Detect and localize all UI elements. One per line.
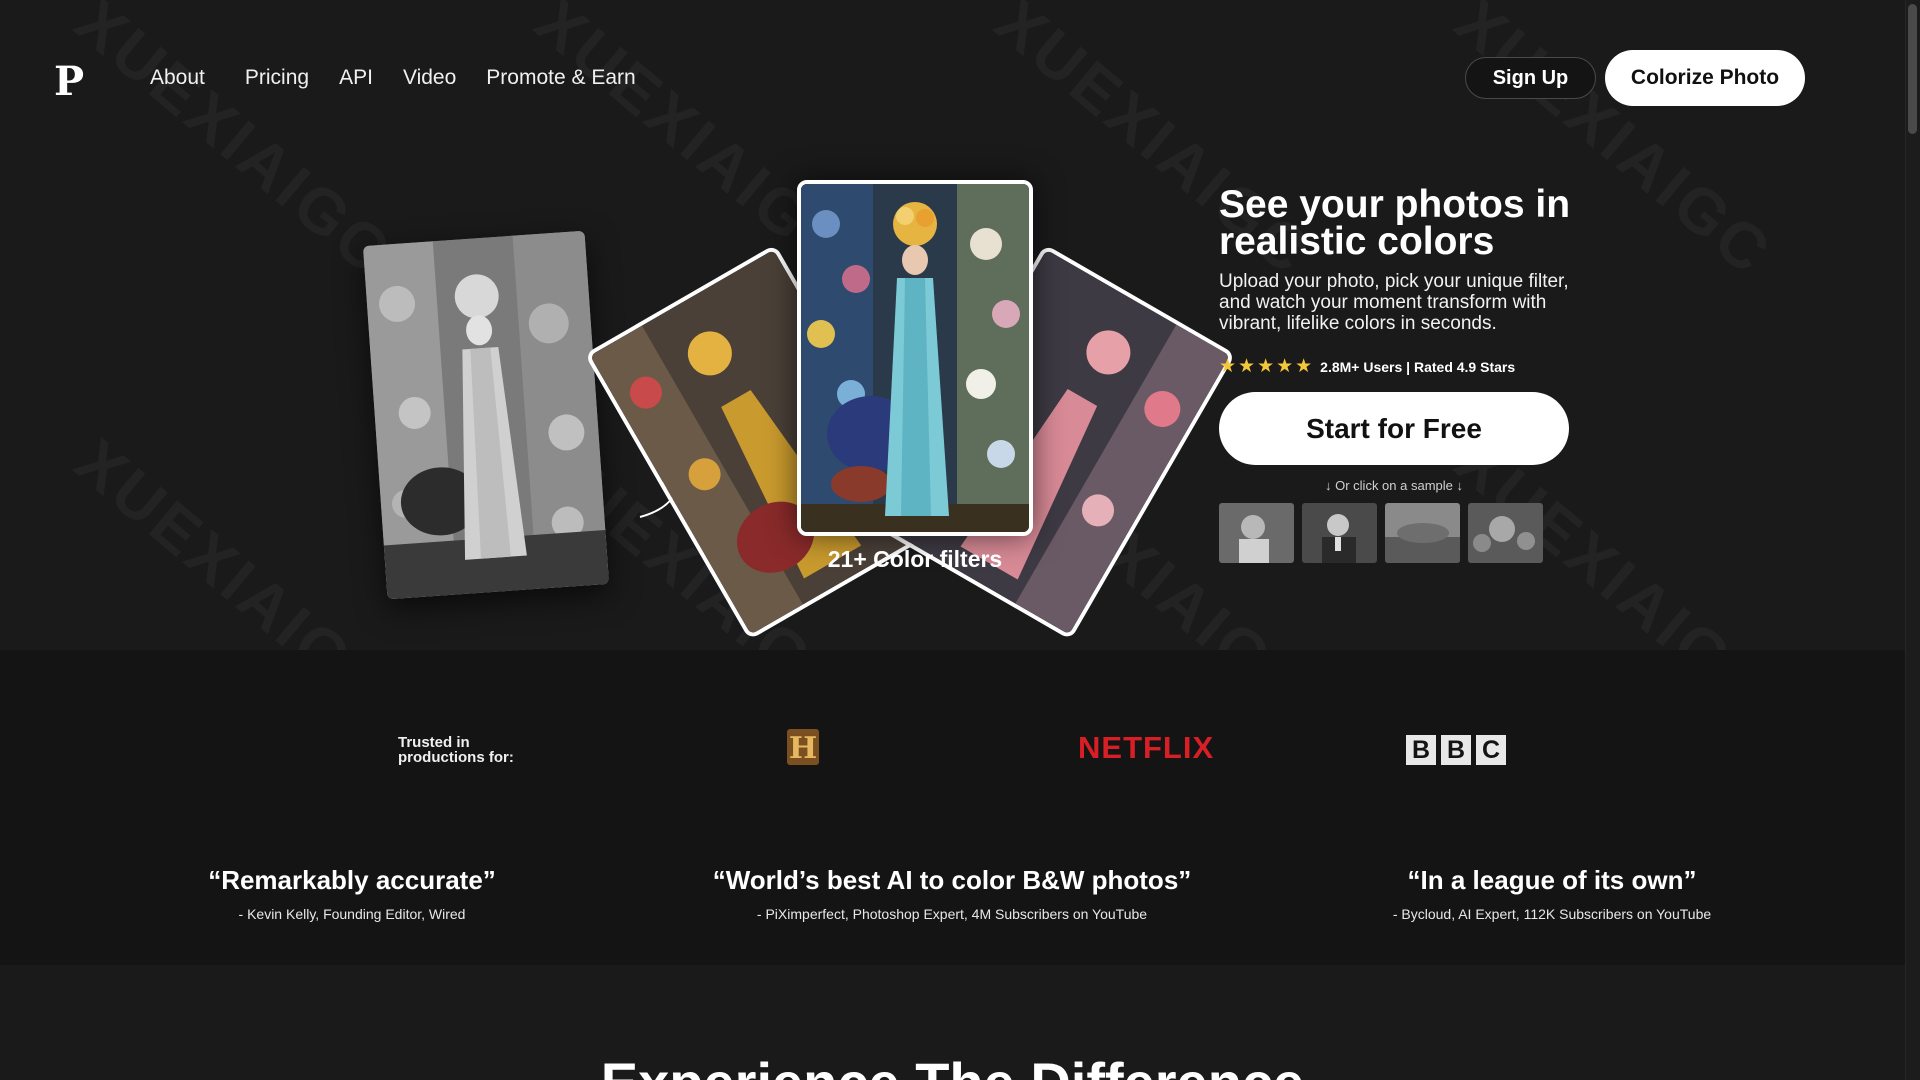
bbc-letter: B (1406, 735, 1436, 765)
sample-photo-mother[interactable] (1468, 503, 1543, 563)
scrollbar-thumb[interactable] (1908, 4, 1917, 134)
page: XUEXIAIGC XUEXIAIGC XUEXIAIGC XUEXIAIGC … (0, 0, 1920, 1080)
hero-description: Upload your photo, pick your unique filt… (1219, 271, 1569, 334)
nav-promote-earn[interactable]: Promote & Earn (486, 66, 635, 90)
sign-up-button[interactable]: Sign Up (1465, 57, 1596, 99)
bbc-logo: B B C (1406, 735, 1511, 765)
svg-text:H: H (789, 731, 817, 766)
nav-about[interactable]: About (150, 66, 205, 90)
testimonial: “World’s best AI to color B&W photos” - … (702, 865, 1202, 922)
rating-text: 2.8M+ Users | Rated 4.9 Stars (1320, 358, 1516, 375)
testimonial-author: - Kevin Kelly, Founding Editor, Wired (238, 906, 466, 922)
sample-photo-woman[interactable] (1219, 503, 1294, 563)
trusted-label-line2: productions for: (398, 749, 514, 766)
trusted-label-line1: Trusted in (398, 734, 470, 751)
color-filters-label: 21+ Color filters (827, 546, 1003, 572)
sample-photos (1219, 503, 1551, 563)
history-channel-logo: H (787, 729, 819, 766)
site-header: P About Pricing API Video Promote & Earn… (0, 0, 1905, 160)
sample-photo-street[interactable] (1385, 503, 1460, 563)
testimonial: “In a league of its own” - Bycloud, AI E… (1352, 865, 1752, 922)
testimonial: “Remarkably accurate” - Kevin Kelly, Fou… (152, 865, 552, 922)
netflix-logo: NETFLIX (1078, 730, 1215, 765)
page-scrollbar[interactable] (1905, 0, 1920, 1080)
bbc-letter: C (1476, 735, 1506, 765)
sample-photo-man[interactable] (1302, 503, 1377, 563)
testimonial-quote: “In a league of its own” (1407, 865, 1697, 895)
trusted-label: Trusted in productions for: (398, 735, 514, 765)
bw-photo-preview (362, 230, 610, 600)
sample-hint: ↓ Or click on a sample ↓ (1325, 478, 1463, 493)
section-title: Experience The Difference (0, 1050, 1905, 1080)
colorized-photo-preview (797, 180, 1033, 536)
rating-row: ★★★★★ 2.8M+ Users | Rated 4.9 Stars (1219, 355, 1515, 378)
testimonial-quote: “World’s best AI to color B&W photos” (712, 865, 1192, 895)
start-for-free-button[interactable]: Start for Free (1219, 392, 1569, 465)
testimonial-author: - PiXimperfect, Photoshop Expert, 4M Sub… (756, 906, 1148, 922)
main-nav: About Pricing API Video Promote & Earn (150, 66, 666, 90)
testimonial-author: - Bycloud, AI Expert, 112K Subscribers o… (1392, 906, 1712, 922)
testimonial-quote: “Remarkably accurate” (208, 865, 496, 895)
hero-title: See your photos in realistic colors (1219, 183, 1571, 263)
colorize-photo-button[interactable]: Colorize Photo (1605, 50, 1805, 106)
bbc-letter: B (1441, 735, 1471, 765)
star-rating-icon: ★★★★★ (1219, 356, 1315, 377)
nav-pricing[interactable]: Pricing (245, 66, 309, 90)
brand-logo[interactable]: P (54, 58, 84, 105)
nav-video[interactable]: Video (403, 66, 456, 90)
nav-api[interactable]: API (339, 66, 373, 90)
